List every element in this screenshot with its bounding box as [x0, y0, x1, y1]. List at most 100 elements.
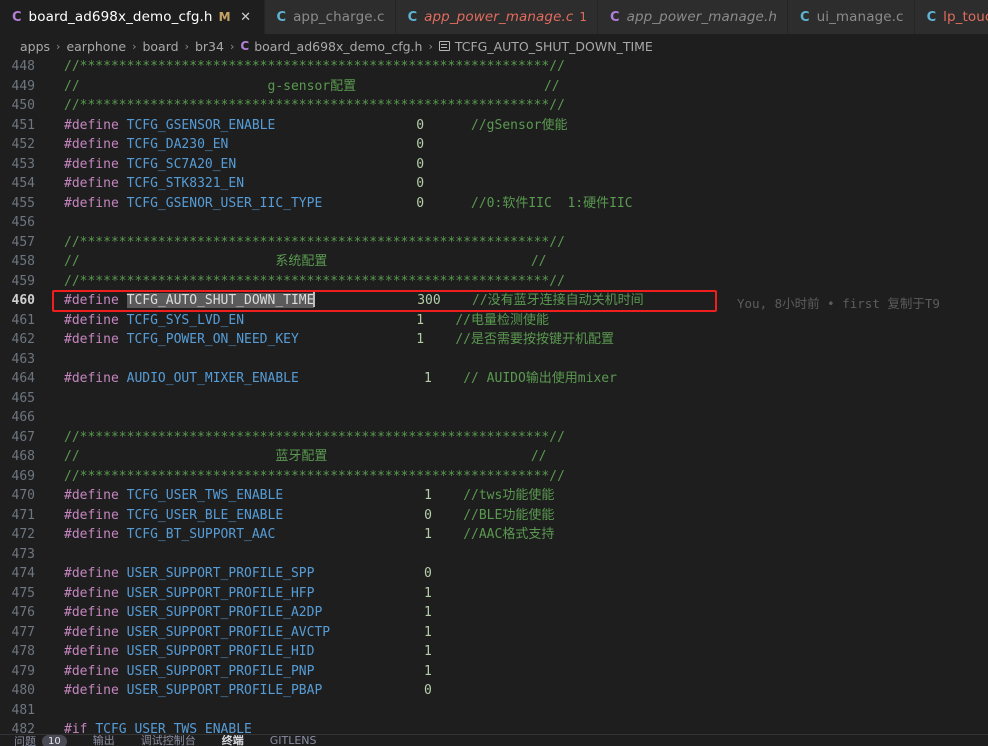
code-line-content[interactable]: //**************************************…: [46, 233, 988, 253]
code-line-content[interactable]: // 蓝牙配置 //: [46, 447, 988, 467]
editor-tab-bar: Cboard_ad698x_demo_cfg.h M ✕ Capp_charge.c C…: [0, 0, 988, 35]
code-line[interactable]: 457 //***********************************…: [0, 233, 988, 253]
code-line-content[interactable]: #define TCFG_POWER_ON_NEED_KEY 1 //是否需要按…: [46, 330, 988, 350]
tab-label: board_ad698x_demo_cfg.h: [28, 9, 213, 25]
code-line-content[interactable]: #define AUDIO_OUT_MIXER_ENABLE 1 // AUID…: [46, 369, 988, 389]
code-line[interactable]: 451 #define TCFG_GSENSOR_ENABLE 0 //gSens…: [0, 116, 988, 136]
code-line-content[interactable]: // g-sensor配置 //: [46, 77, 988, 97]
breadcrumb-item-0[interactable]: apps: [20, 39, 50, 54]
code-line[interactable]: 464 #define AUDIO_OUT_MIXER_ENABLE 1 // A…: [0, 369, 988, 389]
code-token-ident: TCFG_STK8321_EN: [126, 176, 245, 191]
panel-tab-1[interactable]: 输出: [93, 735, 115, 746]
panel-tab-0[interactable]: 问题 10: [14, 735, 67, 746]
breadcrumb[interactable]: apps › earphone › board › br34 › Cboard_ad698x_d…: [0, 35, 988, 57]
editor-tab-app-charge-c[interactable]: Capp_charge.c: [264, 0, 396, 34]
code-line[interactable]: 478 #define USER_SUPPORT_PROFILE_HID 1: [0, 642, 988, 662]
code-line[interactable]: 479 #define USER_SUPPORT_PROFILE_PNP 1: [0, 662, 988, 682]
code-line-content[interactable]: //**************************************…: [46, 428, 988, 448]
code-line[interactable]: 466: [0, 408, 988, 428]
code-line[interactable]: 470 #define TCFG_USER_TWS_ENABLE 1 //tws功…: [0, 486, 988, 506]
code-line-content[interactable]: #define USER_SUPPORT_PROFILE_SPP 0: [46, 564, 988, 584]
code-line[interactable]: 480 #define USER_SUPPORT_PROFILE_PBAP 0: [0, 681, 988, 701]
code-line-content[interactable]: #define TCFG_GSENSOR_ENABLE 0 //gSensor使…: [46, 116, 988, 136]
code-editor[interactable]: 448 //***********************************…: [0, 57, 988, 734]
code-line[interactable]: 452 #define TCFG_DA230_EN 0: [0, 135, 988, 155]
editor-tab-app-power-manage-c[interactable]: Capp_power_manage.c 1: [395, 0, 599, 34]
code-line-content[interactable]: #define USER_SUPPORT_PROFILE_HID 1: [46, 642, 988, 662]
panel-tab-3[interactable]: 终端: [222, 735, 244, 746]
code-line[interactable]: 468 // 蓝牙配置 //: [0, 447, 988, 467]
code-line-content[interactable]: #define USER_SUPPORT_PROFILE_PNP 1: [46, 662, 988, 682]
code-line-content[interactable]: #define TCFG_SC7A20_EN 0: [46, 155, 988, 175]
symbol-constant-icon: [438, 41, 450, 51]
code-line-content[interactable]: #define USER_SUPPORT_PROFILE_PBAP 0: [46, 681, 988, 701]
editor-tab-lp-touch-key-c[interactable]: Clp_touch_key.c: [914, 0, 988, 34]
panel-tab-4[interactable]: GITLENS: [270, 735, 317, 746]
code-line[interactable]: 474 #define USER_SUPPORT_PROFILE_SPP 0: [0, 564, 988, 584]
code-line-content[interactable]: //**************************************…: [46, 272, 988, 292]
editor-tab-board-ad698x-demo-cfg-h[interactable]: Cboard_ad698x_demo_cfg.h M ✕: [0, 0, 265, 34]
panel-tab-2[interactable]: 调试控制台: [141, 735, 196, 746]
code-line-content[interactable]: #define USER_SUPPORT_PROFILE_HFP 1: [46, 584, 988, 604]
code-line[interactable]: 467 //***********************************…: [0, 428, 988, 448]
breadcrumb-item-1[interactable]: earphone: [66, 39, 126, 54]
code-line-content[interactable]: //**************************************…: [46, 467, 988, 487]
code-line-content[interactable]: #if TCFG_USER_TWS_ENABLE: [46, 720, 988, 734]
line-number: 477: [11, 624, 35, 640]
code-line[interactable]: 456: [0, 213, 988, 233]
code-line-content[interactable]: //**************************************…: [46, 57, 988, 77]
code-line[interactable]: 453 #define TCFG_SC7A20_EN 0: [0, 155, 988, 175]
code-line[interactable]: 449 // g-sensor配置 //: [0, 77, 988, 97]
breadcrumb-item-5[interactable]: TCFG_AUTO_SHUT_DOWN_TIME: [438, 39, 653, 54]
code-line[interactable]: 471 #define TCFG_USER_BLE_ENABLE 0 //BLE功…: [0, 506, 988, 526]
code-line-content[interactable]: #define TCFG_GSENOR_USER_IIC_TYPE 0 //0:…: [46, 194, 988, 214]
code-line-content[interactable]: // 系统配置 //: [46, 252, 988, 272]
code-line[interactable]: 482 #if TCFG_USER_TWS_ENABLE: [0, 720, 988, 734]
code-token-comment: //gSensor使能: [471, 117, 568, 133]
breadcrumb-separator: ›: [56, 39, 61, 53]
code-line[interactable]: 472 #define TCFG_BT_SUPPORT_AAC 1 //AAC格式…: [0, 525, 988, 545]
code-line[interactable]: 481: [0, 701, 988, 721]
code-line[interactable]: 448 //***********************************…: [0, 57, 988, 77]
breadcrumb-item-4[interactable]: Cboard_ad698x_demo_cfg.h: [240, 39, 422, 54]
code-line-content[interactable]: #define TCFG_USER_BLE_ENABLE 0 //BLE功能使能: [46, 506, 988, 526]
editor-tab-app-power-manage-h[interactable]: Capp_power_manage.h: [598, 0, 789, 34]
line-number: 448: [11, 59, 35, 74]
code-line[interactable]: 469 //***********************************…: [0, 467, 988, 487]
code-line[interactable]: 475 #define USER_SUPPORT_PROFILE_HFP 1: [0, 584, 988, 604]
code-line-content[interactable]: #define USER_SUPPORT_PROFILE_AVCTP 1: [46, 623, 988, 643]
c-file-icon: C: [800, 9, 810, 25]
code-line-content[interactable]: #define TCFG_USER_TWS_ENABLE 1 //tws功能使能: [46, 486, 988, 506]
code-line[interactable]: 455 #define TCFG_GSENOR_USER_IIC_TYPE 0 /…: [0, 194, 988, 214]
code-token-pre: #define: [64, 312, 119, 328]
code-token-ident: TCFG_USER_TWS_ENABLE: [95, 722, 252, 734]
code-line[interactable]: 454 #define TCFG_STK8321_EN 0: [0, 174, 988, 194]
code-line[interactable]: 450 //***********************************…: [0, 96, 988, 116]
code-token-comment: //**************************************…: [64, 59, 565, 74]
code-line-content[interactable]: #define TCFG_BT_SUPPORT_AAC 1 //AAC格式支持: [46, 525, 988, 545]
code-line[interactable]: 458 // 系统配置 //: [0, 252, 988, 272]
code-line[interactable]: 463: [0, 350, 988, 370]
code-line[interactable]: 476 #define USER_SUPPORT_PROFILE_A2DP 1: [0, 603, 988, 623]
code-line-content[interactable]: #define TCFG_STK8321_EN 0: [46, 174, 988, 194]
code-line[interactable]: 477 #define USER_SUPPORT_PROFILE_AVCTP 1: [0, 623, 988, 643]
breadcrumb-item-2[interactable]: board: [142, 39, 178, 54]
code-line-content[interactable]: #define TCFG_DA230_EN 0: [46, 135, 988, 155]
code-line-content[interactable]: #define TCFG_SYS_LVD_EN 1 //电量检测使能: [46, 311, 988, 331]
code-line[interactable]: 465: [0, 389, 988, 409]
editor-tab-ui-manage-c[interactable]: Cui_manage.c: [788, 0, 915, 34]
code-line-content[interactable]: #define USER_SUPPORT_PROFILE_A2DP 1: [46, 603, 988, 623]
code-line-content[interactable]: //**************************************…: [46, 96, 988, 116]
code-line[interactable]: 473: [0, 545, 988, 565]
code-line[interactable]: 461 #define TCFG_SYS_LVD_EN 1 //电量检测使能: [0, 311, 988, 331]
code-line[interactable]: 459 //***********************************…: [0, 272, 988, 292]
editor-area[interactable]: 448 //***********************************…: [0, 57, 988, 734]
code-line[interactable]: 462 #define TCFG_POWER_ON_NEED_KEY 1 //是否…: [0, 330, 988, 350]
close-icon[interactable]: ✕: [238, 9, 254, 25]
breadcrumb-item-3[interactable]: br34: [195, 39, 224, 54]
